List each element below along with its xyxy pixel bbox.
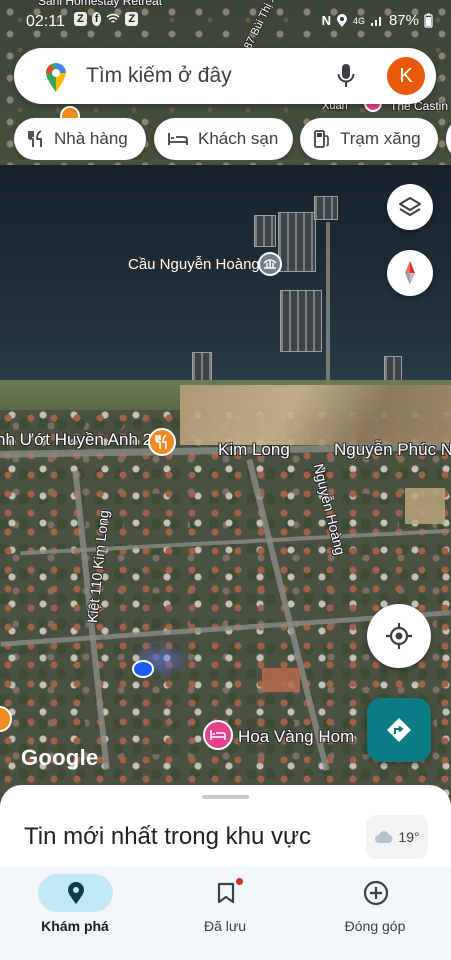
notification-dot [236,878,243,885]
compass-button[interactable] [387,250,433,296]
nav-icon-container [338,874,413,912]
chip-label: Nhà hàng [54,129,128,148]
battery-icon [424,13,433,28]
nav-label: Đã lưu [203,918,247,934]
bridge-deck [326,222,330,392]
nav-contribute[interactable]: Đóng góp [300,866,450,960]
notification-icons: Z f Z [74,12,139,26]
bridge-pier [280,290,322,352]
bookmark-icon [217,882,234,904]
nav-active-indicator [38,874,113,912]
google-maps-logo-icon [45,62,66,92]
bridge-pier [254,215,276,247]
bridge-pier [278,212,316,272]
directions-button[interactable] [367,698,431,762]
nav-label: Khám phá [41,918,109,934]
bed-icon [210,730,226,740]
chip-gas-stations[interactable]: Trạm xăng [300,118,438,160]
map-building [262,668,300,692]
nav-explore[interactable]: Khám phá [0,866,150,960]
battery-level: 87% [388,12,419,29]
nfc-icon: N [321,13,331,28]
my-location-button[interactable] [367,604,431,668]
map-label-hotel: Hoa Vàng Hom [238,727,355,746]
my-location-dot [132,660,154,678]
add-circle-icon [363,880,388,906]
facebook-icon: f [91,12,102,26]
system-status-icons: N 4G 87% [322,12,433,29]
weather-temperature: 19° [398,829,420,845]
compass-icon [405,261,415,285]
map-label-nguyen-phuc: Nguyễn Phúc Ng [334,440,451,459]
map-building [405,488,445,524]
layers-icon [399,197,421,216]
signal-icon [370,17,381,26]
cloud-icon [375,830,393,843]
zalopay-icon: Z [74,12,87,26]
chip-label: Trạm xăng [340,129,421,148]
network-type: 4G [352,15,365,26]
sheet-drag-handle[interactable] [202,795,249,799]
search-input[interactable]: Tìm kiếm ở đây [86,64,232,88]
bridge-pin-icon[interactable] [258,252,282,276]
chip-more[interactable] [446,118,451,160]
bed-icon [168,133,188,145]
hotel-pin-icon[interactable] [203,720,233,750]
fork-knife-icon [155,434,167,449]
google-logo: Google [21,745,99,770]
chip-restaurants[interactable]: Nhà hàng [14,118,146,160]
search-bar[interactable]: Tìm kiếm ở đây K [14,48,436,104]
nav-icon-container [188,874,263,912]
category-chips: Nhà hàng Khách sạn Trạm xăng [14,118,451,160]
map-construction-site [180,385,451,445]
sheet-title: Tin mới nhất trong khu vực [24,823,312,850]
chip-hotels[interactable]: Khách sạn [154,118,293,160]
mic-icon[interactable] [337,63,355,89]
fork-knife-icon [28,130,42,147]
weather-chip[interactable]: 19° [366,815,428,859]
bridge-icon [263,259,277,269]
explore-pin-icon [67,882,84,904]
bottom-navigation: Khám phá Đã lưu Đóng góp [0,866,451,960]
crosshair-icon [386,623,412,649]
status-bar: 02:11 Z f Z N 4G 87% [0,0,451,40]
nav-saved[interactable]: Đã lưu [150,866,300,960]
location-icon [336,13,347,27]
wifi-call-icon [106,13,120,23]
directions-icon [387,718,411,742]
map-label-restaurant: nh Ướt Huyền Anh 2 [0,430,153,449]
account-avatar[interactable]: K [387,57,425,95]
map-label-bridge: Cầu Nguyễn Hoàng [128,256,260,273]
zalo-icon: Z [125,12,139,26]
map-label-kim-long: Kim Long [218,440,290,459]
gas-pump-icon [314,130,329,148]
bridge-pier [314,196,338,220]
chip-label: Khách sạn [198,129,279,148]
nav-label: Đóng góp [344,918,406,934]
layers-button[interactable] [387,184,433,230]
status-time: 02:11 [26,13,65,30]
restaurant-pin-icon[interactable] [148,428,176,456]
